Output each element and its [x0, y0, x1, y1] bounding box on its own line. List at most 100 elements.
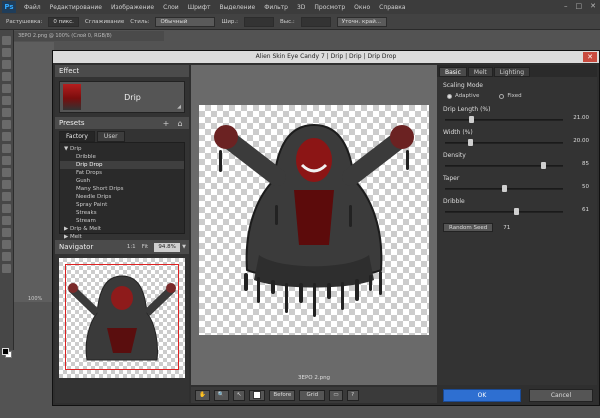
preset-item[interactable]: ▶ Drip & Melt: [60, 225, 184, 233]
cancel-button[interactable]: Cancel: [529, 388, 593, 402]
style-select[interactable]: Обычный: [155, 16, 216, 27]
menu-item[interactable]: Справка: [379, 4, 405, 11]
eraser-tool-icon[interactable]: [2, 156, 11, 165]
menu-item[interactable]: Слои: [163, 4, 179, 11]
ps-zoom-readout[interactable]: 100%: [28, 296, 42, 302]
path-select-tool-icon[interactable]: [2, 228, 11, 237]
preset-item[interactable]: Stream: [60, 217, 184, 225]
fit-button[interactable]: Fit: [142, 244, 148, 250]
rasterize-input[interactable]: 0 пикс.: [48, 16, 79, 27]
move-tool-icon[interactable]: [2, 36, 11, 45]
lasso-tool-icon[interactable]: [2, 60, 11, 69]
preset-item[interactable]: ▼ Drip: [60, 145, 184, 153]
tab-melt[interactable]: Melt: [467, 67, 493, 77]
history-brush-tool-icon[interactable]: [2, 144, 11, 153]
zoom-tool-icon[interactable]: [2, 264, 11, 273]
home-icon[interactable]: ⌂: [175, 119, 185, 128]
menu-item[interactable]: Файл: [24, 4, 41, 11]
slider-knob[interactable]: [513, 208, 519, 215]
gradient-tool-icon[interactable]: [2, 168, 11, 177]
healing-tool-icon[interactable]: [2, 108, 11, 117]
preview-area[interactable]: ЗЕРО 2.png: [191, 65, 437, 385]
preset-item[interactable]: Needle Drips: [60, 193, 184, 201]
slider-track[interactable]: [445, 211, 563, 213]
menu-item[interactable]: Шрифт: [188, 4, 211, 11]
slider-value[interactable]: 50: [582, 184, 589, 190]
slider-track[interactable]: [445, 119, 563, 121]
navigator-preview[interactable]: [59, 258, 185, 378]
menu-item[interactable]: Редактирование: [50, 4, 102, 11]
height-input[interactable]: [300, 16, 331, 27]
eyedropper-tool-icon[interactable]: [2, 96, 11, 105]
quick-select-tool-icon[interactable]: [2, 72, 11, 81]
smoothing-label[interactable]: Сглаживание: [85, 19, 124, 25]
close-icon[interactable]: ✕: [583, 52, 597, 62]
close-icon[interactable]: ✕: [590, 2, 596, 10]
marquee-tool-icon[interactable]: [2, 48, 11, 57]
foreground-color-swatch[interactable]: [2, 348, 9, 355]
tab-lighting[interactable]: Lighting: [493, 67, 531, 77]
type-tool-icon[interactable]: [2, 216, 11, 225]
slider-knob[interactable]: [541, 162, 547, 169]
preset-item[interactable]: Dribble: [60, 153, 184, 161]
menu-item[interactable]: Выделение: [219, 4, 255, 11]
menu-item[interactable]: Фильтр: [264, 4, 288, 11]
effect-name: Drip: [124, 92, 141, 102]
dodge-tool-icon[interactable]: [2, 192, 11, 201]
fixed-radio[interactable]: Fixed: [499, 93, 522, 99]
slider-row: 85: [443, 161, 591, 171]
navigator-zoom-field[interactable]: 94.8%: [154, 242, 181, 252]
document-tab[interactable]: ЗЕРО 2.png @ 100% (Слой 0, RGB/8): [14, 31, 164, 41]
zoom-1-to-1-button[interactable]: 1:1: [127, 244, 136, 250]
slider-knob[interactable]: [467, 139, 473, 146]
crop-tool-icon[interactable]: [2, 84, 11, 93]
blur-tool-icon[interactable]: [2, 180, 11, 189]
slider-value[interactable]: 85: [582, 161, 589, 167]
slider-value[interactable]: 61: [582, 207, 589, 213]
effect-selector[interactable]: Drip ◢: [59, 81, 185, 113]
menu-item[interactable]: Просмотр: [314, 4, 345, 11]
maximize-icon[interactable]: □: [576, 2, 583, 10]
random-seed-button[interactable]: Random Seed: [443, 223, 494, 232]
chevron-down-icon[interactable]: ▼: [182, 244, 186, 250]
preset-item[interactable]: Drip Drop: [60, 161, 184, 169]
ok-button[interactable]: OK: [443, 388, 521, 402]
tab-basic[interactable]: Basic: [439, 67, 467, 77]
preset-item[interactable]: Gush: [60, 177, 184, 185]
preset-item[interactable]: Many Short Drips: [60, 185, 184, 193]
tab-factory[interactable]: Factory: [59, 131, 95, 142]
before-button[interactable]: Before: [269, 389, 296, 401]
menu-item[interactable]: Окно: [354, 4, 370, 11]
slider-value[interactable]: 21.00: [573, 115, 589, 121]
slider-value[interactable]: 20.00: [573, 138, 589, 144]
zoom-icon[interactable]: 🔍: [213, 389, 229, 401]
slider-knob[interactable]: [468, 116, 474, 123]
background-toggle-button[interactable]: [249, 389, 266, 401]
grid-button[interactable]: Grid: [299, 389, 326, 401]
slider-knob[interactable]: [501, 185, 507, 192]
hand-icon[interactable]: ✋: [195, 389, 210, 401]
layout-icon[interactable]: ▭: [329, 389, 343, 401]
minimize-icon[interactable]: –: [564, 2, 568, 10]
brush-tool-icon[interactable]: [2, 120, 11, 129]
hand-tool-icon[interactable]: [2, 252, 11, 261]
refine-edge-button[interactable]: Уточн. край...: [336, 16, 387, 27]
slider-track[interactable]: [445, 142, 563, 144]
preview-canvas[interactable]: [199, 105, 429, 335]
add-preset-icon[interactable]: +: [161, 119, 171, 128]
color-swatches[interactable]: [2, 348, 12, 358]
menu-item[interactable]: 3D: [297, 4, 305, 11]
shape-tool-icon[interactable]: [2, 240, 11, 249]
pen-tool-icon[interactable]: [2, 204, 11, 213]
help-icon[interactable]: ?: [346, 389, 359, 401]
preset-item[interactable]: Streaks: [60, 209, 184, 217]
preset-item[interactable]: Fat Drops: [60, 169, 184, 177]
adaptive-radio[interactable]: Adaptive: [447, 93, 479, 99]
preset-item[interactable]: Spray Paint: [60, 201, 184, 209]
navigator-view-rect[interactable]: [65, 264, 179, 370]
stamp-tool-icon[interactable]: [2, 132, 11, 141]
tab-user[interactable]: User: [96, 131, 125, 142]
width-input[interactable]: [244, 16, 274, 27]
pointer-icon[interactable]: ↖: [232, 389, 246, 401]
menu-item[interactable]: Изображение: [111, 4, 154, 11]
